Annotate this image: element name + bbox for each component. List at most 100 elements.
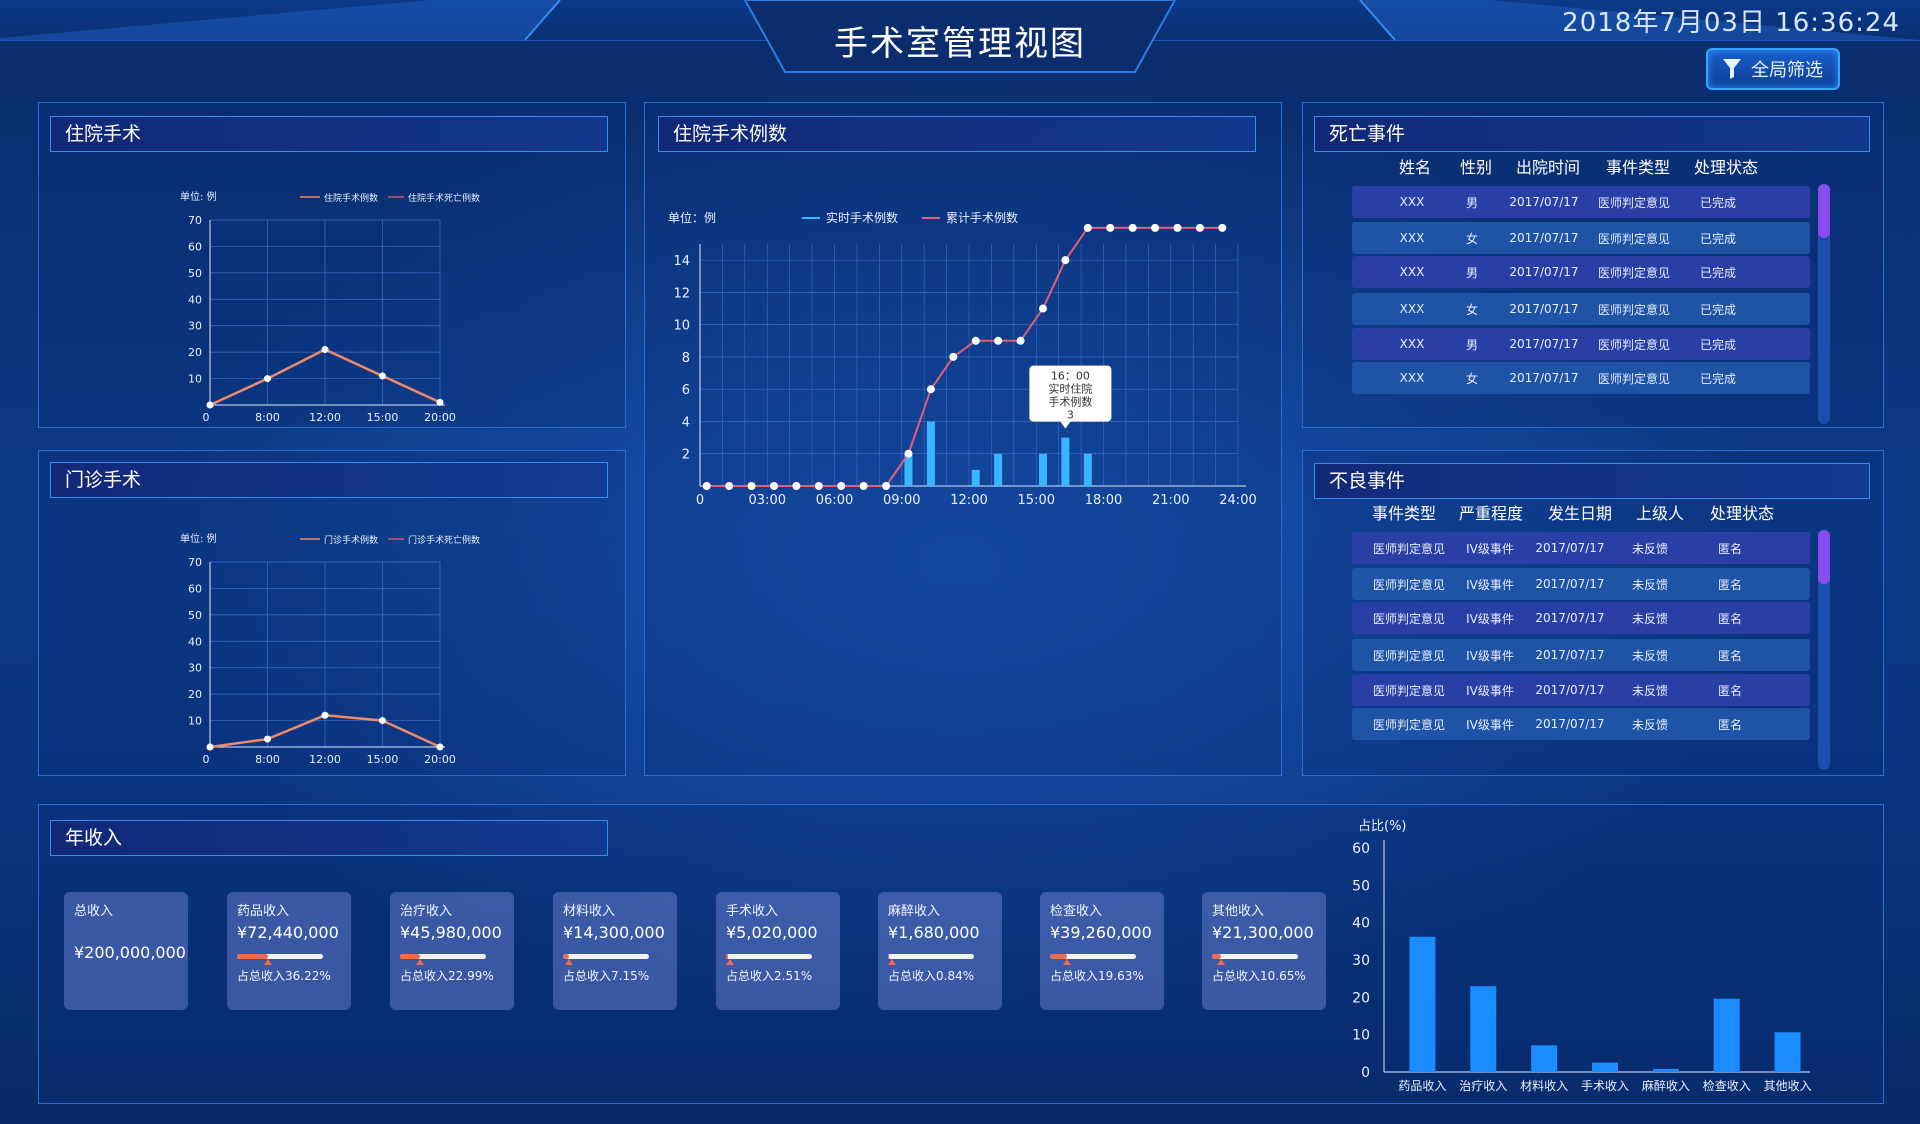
- count-realtime-bar: [1061, 437, 1070, 486]
- count-tooltip-line: 16：00: [1051, 370, 1090, 383]
- count-x-tick-label: 21:00: [1152, 493, 1189, 508]
- death-events-scroll-thumb[interactable]: [1818, 184, 1830, 238]
- inpatient-y-tick-label: 60: [188, 240, 202, 253]
- income-card: 药品收入 ¥72,440,000 占总收入36.22%: [227, 892, 351, 1010]
- income-card-value: ¥39,260,000: [1050, 923, 1152, 942]
- income-y-tick-label: 50: [1352, 878, 1370, 894]
- income-share-marker: [415, 959, 424, 965]
- count-cumulative-point: [1083, 223, 1092, 232]
- count-realtime-bar: [994, 453, 1003, 486]
- death-col-status: 处理状态: [1693, 158, 1758, 177]
- adverse-events-row[interactable]: 医师判定意见 IV级事件 2017/07/17 未反馈 匿名: [1352, 639, 1810, 671]
- annual-income-title: 年收入: [50, 820, 608, 856]
- adverse-events-scrollbar[interactable]: [1818, 530, 1830, 770]
- income-bar: [1470, 986, 1497, 1072]
- death-events-header: 姓名 性别 出院时间 事件类型 处理状态: [1380, 154, 1770, 178]
- income-y-tick-label: 10: [1352, 1028, 1370, 1044]
- death-col-discharge: 出院时间: [1515, 158, 1580, 177]
- income-bar: [1409, 936, 1436, 1072]
- global-filter-button[interactable]: 全局筛选: [1706, 48, 1840, 90]
- inpatient-count-title: 住院手术例数: [658, 116, 1256, 152]
- adverse-col-type: 事件类型: [1371, 504, 1436, 523]
- outpatient-legend-label-1: 门诊手术例数: [324, 534, 378, 546]
- outpatient-y-tick-label: 30: [188, 662, 202, 675]
- count-cumulative-point: [1038, 304, 1047, 313]
- adverse-events-row[interactable]: 医师判定意见 IV级事件 2017/07/17 未反馈 匿名: [1352, 674, 1810, 706]
- income-card-value: ¥72,440,000: [237, 923, 339, 942]
- count-cumulative-point: [1151, 223, 1160, 232]
- income-card-percent: 占总收入10.65%: [1212, 969, 1306, 983]
- outpatient-x-tick-label: 12:00: [309, 753, 341, 766]
- outpatient-x-tick-label: 8:00: [255, 753, 280, 766]
- income-card-value: ¥1,680,000: [888, 923, 980, 942]
- count-realtime-bar: [926, 421, 935, 486]
- outpatient-y-tick-label: 20: [188, 688, 202, 701]
- income-share-bar: [400, 954, 486, 965]
- adverse-events-scroll-thumb[interactable]: [1818, 530, 1830, 584]
- adverse-events-row[interactable]: 医师判定意见 IV级事件 2017/07/17 未反馈 匿名: [1352, 708, 1810, 740]
- outpatient-surgery-title: 门诊手术: [50, 462, 608, 498]
- inpatient-surgery-title: 住院手术: [50, 116, 608, 152]
- income-share-chart: 占比(%) 0 10 20 30 40 50 60 药品收入 治疗收入 材料收入 手术收入 麻醉收入 检查…: [1352, 819, 1812, 1093]
- income-share-bar: [726, 954, 812, 965]
- adverse-events-cell: 匿名: [1717, 577, 1742, 592]
- death-events-row[interactable]: XXX 男 2017/07/17 医师判定意见 已完成: [1352, 328, 1810, 360]
- inpatient-y-tick-label: 20: [188, 346, 202, 359]
- count-cumulative-point: [702, 482, 711, 490]
- count-cumulative-point: [1173, 223, 1182, 232]
- income-x-tick-label: 其他收入: [1764, 1079, 1812, 1093]
- page-title: 手术室管理视图: [834, 24, 1086, 64]
- inpatient-unit-label: 单位: 例: [180, 190, 217, 203]
- outpatient-legend-label-2: 门诊手术死亡例数: [408, 534, 480, 546]
- death-events-row[interactable]: XXX 女 2017/07/17 医师判定意见 已完成: [1352, 222, 1810, 254]
- income-share-bar: [563, 954, 649, 965]
- income-card: 其他收入 ¥21,300,000 占总收入10.65%: [1202, 892, 1326, 1010]
- income-card-value: ¥14,300,000: [563, 923, 665, 942]
- death-events-row[interactable]: XXX 女 2017/07/17 医师判定意见 已完成: [1352, 362, 1810, 394]
- income-share-bar: [888, 954, 974, 965]
- death-events-row[interactable]: XXX 男 2017/07/17 医师判定意见 已完成: [1352, 186, 1810, 218]
- outpatient-data-point: [264, 735, 271, 743]
- inpatient-count-chart: 单位：例 实时手术例数 累计手术例数 2 4 6 8 10 12 14 0 03:00 06:00 09:…: [668, 210, 1257, 508]
- income-share-marker: [565, 959, 574, 965]
- death-events-row[interactable]: XXX 男 2017/07/17 医师判定意见 已完成: [1352, 256, 1810, 288]
- count-x-tick-label: 0: [696, 493, 704, 508]
- adverse-events-cell: 匿名: [1717, 611, 1742, 626]
- income-x-tick-label: 检查收入: [1703, 1078, 1751, 1093]
- adverse-events-row[interactable]: 医师判定意见 IV级事件 2017/07/17 未反馈 匿名: [1352, 532, 1810, 564]
- outpatient-y-tick-label: 70: [188, 556, 202, 569]
- count-cumulative-point: [837, 482, 846, 490]
- count-cumulative-point: [1061, 256, 1070, 265]
- outpatient-surgery-chart: 单位: 例 门诊手术例数 门诊手术死亡例数 10 20 30 40 50 60 70 0 8:00 12…: [180, 532, 480, 766]
- income-bar: [1774, 1032, 1801, 1072]
- adverse-events-cell: 匿名: [1717, 683, 1742, 698]
- income-x-tick-label: 麻醉收入: [1642, 1078, 1690, 1093]
- count-tooltip-pointer: [1060, 421, 1071, 429]
- adverse-events-cell: 匿名: [1717, 717, 1742, 732]
- income-card: 手术收入 ¥5,020,000 占总收入2.51%: [716, 892, 840, 1010]
- death-events-scrollbar[interactable]: [1818, 184, 1830, 424]
- income-card-value: ¥5,020,000: [726, 923, 818, 942]
- outpatient-y-tick-label: 10: [188, 715, 202, 728]
- income-y-tick-label: 0: [1361, 1065, 1370, 1081]
- death-events-cell: 2017/07/17: [1509, 231, 1579, 245]
- filter-icon: [1723, 59, 1741, 79]
- income-card-label: 其他收入: [1212, 904, 1265, 919]
- death-events-row[interactable]: XXX 女 2017/07/17 医师判定意见 已完成: [1352, 293, 1810, 325]
- adverse-events-row[interactable]: 医师判定意见 IV级事件 2017/07/17 未反馈 匿名: [1352, 602, 1810, 634]
- count-cumulative-point: [725, 482, 734, 490]
- inpatient-data-point: [206, 401, 214, 409]
- inpatient-data-point: [264, 375, 271, 383]
- inpatient-y-tick-label: 50: [188, 267, 202, 280]
- adverse-events-cell: 匿名: [1717, 648, 1742, 663]
- adverse-events-row[interactable]: 医师判定意见 IV级事件 2017/07/17 未反馈 匿名: [1352, 568, 1810, 600]
- death-events-cell: 已完成: [1699, 195, 1736, 210]
- inpatient-x-tick-label: 12:00: [309, 411, 341, 424]
- inpatient-y-tick-label: 10: [188, 373, 202, 386]
- outpatient-data-point: [321, 711, 329, 719]
- count-y-tick-label: 14: [673, 254, 690, 269]
- death-events-cell: 2017/07/17: [1509, 371, 1579, 385]
- adverse-col-severity: 严重程度: [1458, 504, 1523, 523]
- income-card-percent: 占总收入22.99%: [400, 969, 494, 983]
- count-cumulative-point: [926, 385, 935, 394]
